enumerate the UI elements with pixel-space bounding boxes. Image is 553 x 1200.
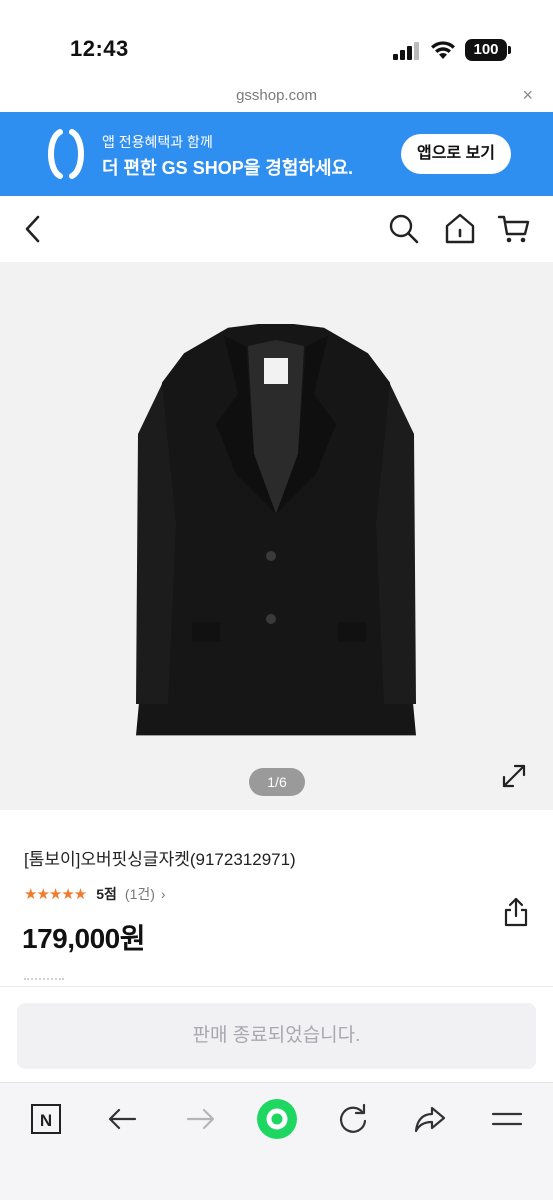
product-image-carousel[interactable]: 1/6 — [0, 262, 553, 810]
star-rating: ★★★★★ — [24, 886, 87, 903]
product-price: 179,000원 — [22, 923, 145, 954]
review-count[interactable]: (1건) — [125, 884, 155, 904]
site-header — [0, 196, 553, 262]
status-time: 12:43 — [70, 36, 129, 61]
share-arrow-icon[interactable] — [410, 1099, 450, 1139]
rating-row[interactable]: ★★★★★ 5점 (1건) › — [24, 883, 166, 905]
back-icon[interactable] — [16, 212, 50, 246]
status-bar: 12:43 100 — [0, 0, 553, 80]
naver-green-home-icon[interactable] — [255, 1097, 299, 1141]
product-title: [톰보이]오버핏싱글자켓(9172312971) — [24, 850, 296, 869]
close-icon[interactable]: × — [522, 85, 533, 106]
banner-subtitle: 앱 전용혜택과 함께 — [102, 134, 213, 150]
naver-badge: N — [40, 1111, 52, 1130]
forward-arrow-icon[interactable] — [180, 1099, 220, 1139]
back-arrow-icon[interactable] — [103, 1099, 143, 1139]
app-download-banner[interactable]: 앱 전용혜택과 함께 더 편한 GS SHOP을 경험하세요. 앱으로 보기 — [0, 112, 553, 196]
chevron-right-icon[interactable]: › — [161, 886, 166, 902]
menu-icon[interactable] — [487, 1099, 527, 1139]
share-icon[interactable] — [502, 896, 530, 928]
clipped-content-divider — [24, 978, 64, 984]
cart-icon[interactable] — [497, 212, 531, 246]
sold-out-button: 판매 종료되었습니다. — [17, 1003, 536, 1069]
banner-title: 더 편한 GS SHOP을 경험하세요. — [102, 158, 354, 178]
product-photo-jacket — [136, 324, 416, 736]
cellular-signal-icon — [393, 42, 419, 60]
battery-nub — [508, 46, 511, 54]
rating-score: 5점 — [96, 886, 117, 902]
browser-toolbar: N — [0, 1082, 553, 1200]
gs-shop-logo-icon — [48, 129, 84, 179]
open-in-app-button[interactable]: 앱으로 보기 — [401, 134, 511, 174]
expand-icon[interactable] — [500, 762, 528, 790]
refresh-icon[interactable] — [333, 1099, 373, 1139]
naver-tab-icon[interactable]: N — [26, 1099, 66, 1139]
purchase-area: 판매 종료되었습니다. — [0, 986, 553, 1082]
battery-indicator: 100 — [465, 39, 507, 61]
url-bar[interactable]: gsshop.com × — [0, 80, 553, 112]
search-icon[interactable] — [387, 212, 421, 246]
image-counter: 1/6 — [249, 768, 305, 796]
wifi-icon — [431, 41, 455, 59]
url-text[interactable]: gsshop.com — [0, 87, 553, 104]
home-icon[interactable] — [443, 212, 477, 246]
